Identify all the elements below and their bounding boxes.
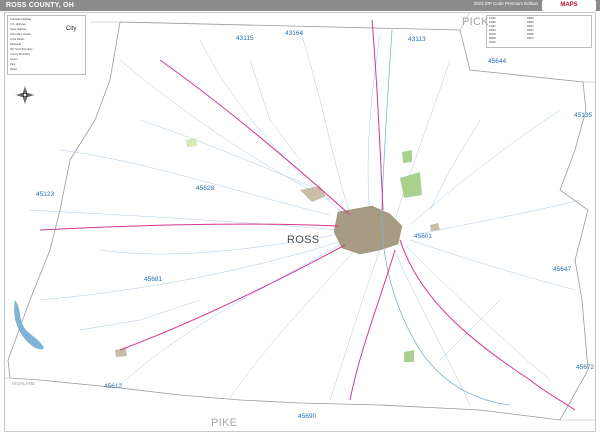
legend-row: Local Roads — [10, 38, 25, 41]
water-lake — [14, 300, 44, 350]
water-river — [381, 29, 511, 406]
zip-index-table: 43115 43164 43113 45644 45135 45628 4512… — [486, 15, 592, 48]
legend-row: Railroads — [10, 43, 21, 46]
legend-row: Airport — [10, 58, 18, 61]
county-label-highland: HIGHLAND — [12, 381, 36, 386]
legend-row: ZIP Code Boundary — [10, 48, 33, 51]
legend-row: State Highway — [10, 28, 27, 31]
legend-city-label: City — [66, 26, 77, 32]
index-entry: 45123 — [489, 41, 496, 44]
park-1 — [400, 172, 422, 198]
zip-label: 45644 — [488, 58, 507, 65]
zip-label: 45690 — [298, 413, 317, 420]
zip-label: 43113 — [408, 36, 426, 43]
zip-label: 45612 — [104, 383, 123, 390]
urban-area-4 — [430, 223, 440, 231]
legend-row: County Boundary — [10, 53, 31, 56]
zip-label: 45672 — [576, 364, 595, 371]
county-label-ross: ROSS — [287, 234, 320, 246]
legend-row: Water — [10, 68, 17, 71]
zip-label: 45681 — [144, 276, 163, 283]
index-entry: 45672 — [527, 37, 534, 40]
park-3 — [404, 350, 414, 362]
urban-area-2 — [300, 186, 326, 202]
county-label-pickaway: PICK — [462, 16, 489, 28]
zip-label: 45628 — [196, 185, 215, 192]
local-roads — [29, 29, 581, 406]
county-label-pike: PIKE — [211, 417, 238, 429]
zip-label: 45135 — [574, 112, 593, 119]
park-4 — [186, 138, 197, 147]
park-2 — [402, 150, 412, 163]
zip-label: 43115 — [236, 35, 254, 42]
zip-label: 45123 — [36, 191, 55, 198]
zip-label: 43164 — [285, 30, 304, 37]
legend-row: Secondary Roads — [10, 33, 31, 36]
legend-row: Interstate Highway — [10, 18, 32, 21]
urban-area — [333, 205, 403, 255]
zip-label: 45601 — [414, 233, 433, 240]
legend-row: Park — [10, 63, 16, 66]
compass-rose-icon — [15, 85, 35, 105]
map-legend: Interstate Highway U.S. Highway State Hi… — [7, 15, 86, 75]
map-canvas — [4, 11, 596, 421]
zip-label: 45647 — [553, 266, 572, 273]
legend-row: U.S. Highway — [10, 23, 26, 26]
